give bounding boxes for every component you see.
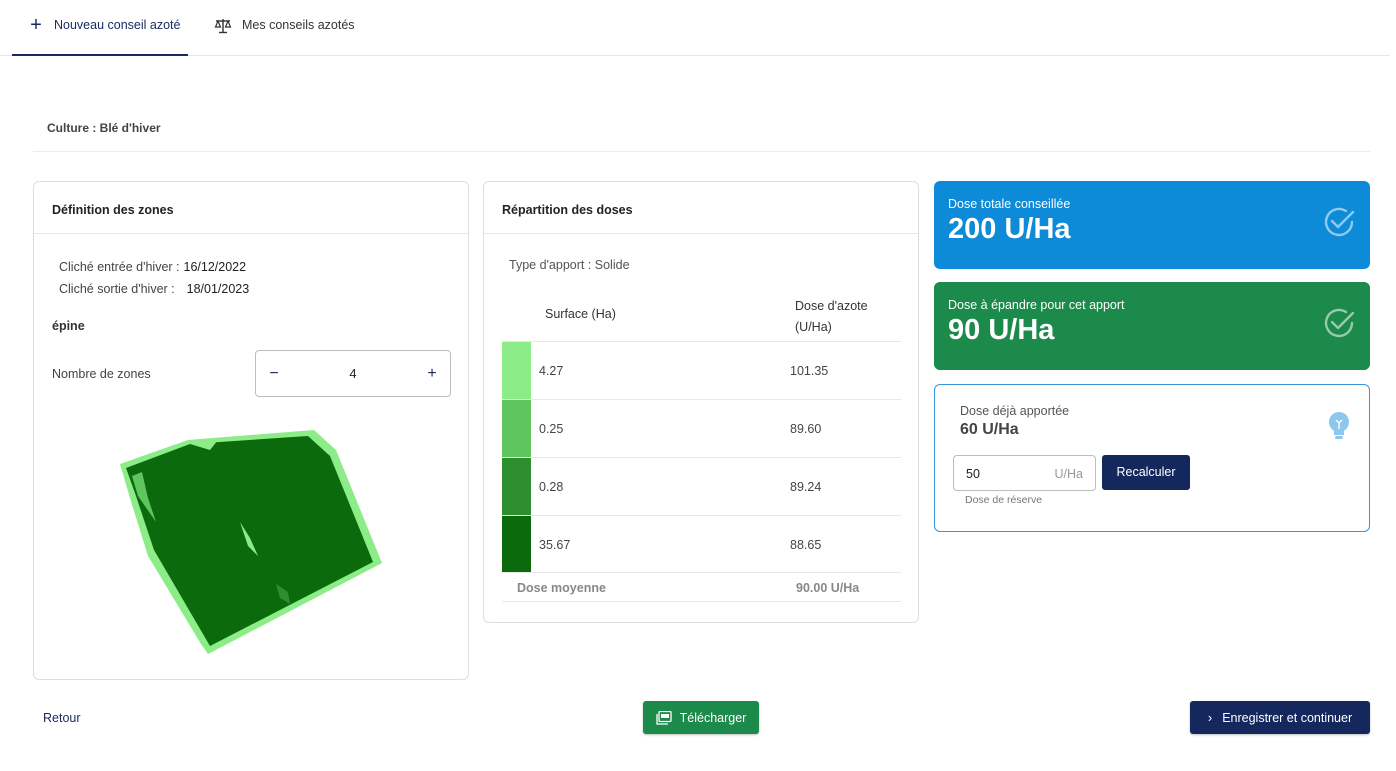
tab-bar: + Nouveau conseil azoté Mes conseils azo… xyxy=(0,0,1390,56)
back-link[interactable]: Retour xyxy=(43,711,81,725)
spread-dose-tile: Dose à épandre pour cet apport 90 U/Ha xyxy=(934,282,1370,370)
column-header-dose-line2: (U/Ha) xyxy=(795,320,832,334)
exit-snapshot-label: Cliché sortie d'hiver : xyxy=(59,282,175,296)
parcel-zone-map xyxy=(120,430,382,654)
pdf-icon xyxy=(655,710,672,725)
tab-new-advice-label: Nouveau conseil azoté xyxy=(54,18,181,32)
reserve-dose-help: Dose de réserve xyxy=(965,494,1043,506)
doses-card-title: Répartition des doses xyxy=(484,182,918,234)
download-button-label: Télécharger xyxy=(679,710,747,725)
zone-color-swatch xyxy=(502,342,531,399)
dose-cell: 88.65 xyxy=(790,538,822,552)
zones-card-title: Définition des zones xyxy=(34,182,468,234)
lightbulb-icon xyxy=(1329,412,1349,439)
column-header-dose-line1: Dose d'azote xyxy=(795,299,868,313)
already-applied-card: Dose déjà apportée 60 U/Ha 50 U/Ha Dose … xyxy=(934,384,1370,532)
zone-color-swatch xyxy=(502,400,531,457)
check-circle-icon xyxy=(1324,308,1355,338)
reserve-dose-unit: U/Ha xyxy=(1054,467,1083,481)
download-button[interactable]: Télécharger xyxy=(643,701,759,734)
recalculate-button[interactable]: Recalculer xyxy=(1102,455,1190,490)
zones-card: Définition des zones Cliché entrée d'hiv… xyxy=(33,181,469,680)
divider xyxy=(33,151,1370,152)
total-dose-tile: Dose totale conseillée 200 U/Ha xyxy=(934,181,1370,269)
spread-dose-label: Dose à épandre pour cet apport xyxy=(948,298,1125,312)
already-applied-value: 60 U/Ha xyxy=(960,421,1019,438)
total-dose-label: Dose totale conseillée xyxy=(948,197,1071,211)
zone-count-label: Nombre de zones xyxy=(52,367,151,381)
surface-cell: 0.25 xyxy=(539,422,564,436)
tab-new-advice[interactable]: + Nouveau conseil azoté xyxy=(12,14,188,56)
entry-snapshot-date: 16/12/2022 xyxy=(183,260,247,274)
already-applied-label: Dose déjà apportée xyxy=(960,404,1070,418)
table-row: 4.27 101.35 xyxy=(502,341,901,399)
dose-cell: 101.35 xyxy=(790,364,829,378)
column-header-dose: Dose d'azote (U/Ha) xyxy=(795,296,868,338)
reserve-dose-value: 50 xyxy=(966,467,980,481)
save-continue-label: Enregistrer et continuer xyxy=(1222,710,1353,725)
exit-snapshot-date: 18/01/2023 xyxy=(186,282,250,296)
entry-snapshot: Cliché entrée d'hiver :16/12/2022 xyxy=(59,260,246,274)
zone-count-stepper[interactable]: − 4 + xyxy=(255,350,451,397)
increment-button[interactable]: + xyxy=(424,365,440,383)
surface-cell: 4.27 xyxy=(539,364,564,378)
dose-cell: 89.60 xyxy=(790,422,822,436)
doses-card: Répartition des doses Type d'apport : So… xyxy=(483,181,919,623)
zone-count-value: 4 xyxy=(349,366,357,381)
dose-cell: 89.24 xyxy=(790,480,822,494)
spread-dose-value: 90 U/Ha xyxy=(948,314,1055,346)
check-circle-icon xyxy=(1324,207,1355,237)
zone-color-swatch xyxy=(502,458,531,515)
culture-label: Culture : Blé d'hiver xyxy=(47,121,161,135)
zone-color-swatch xyxy=(502,516,531,573)
total-dose-value: 200 U/Ha xyxy=(948,213,1071,245)
average-dose-label: Dose moyenne xyxy=(517,581,606,595)
parcel-name: épine xyxy=(52,319,85,333)
exit-snapshot: Cliché sortie d'hiver : 18/01/2023 xyxy=(59,282,249,296)
application-type: Type d'apport : Solide xyxy=(509,258,630,272)
average-dose-row: Dose moyenne 90.00 U/Ha xyxy=(502,572,901,602)
scale-icon xyxy=(214,18,234,34)
chevron-right-icon: › xyxy=(1207,710,1213,725)
surface-cell: 35.67 xyxy=(539,538,571,552)
table-row: 35.67 88.65 xyxy=(502,515,901,573)
surface-cell: 0.28 xyxy=(539,480,564,494)
reserve-dose-input[interactable]: 50 U/Ha xyxy=(953,455,1096,491)
table-row: 0.25 89.60 xyxy=(502,399,901,457)
column-header-surface: Surface (Ha) xyxy=(545,307,616,321)
tab-my-advices[interactable]: Mes conseils azotés xyxy=(214,18,355,56)
save-continue-button[interactable]: › Enregistrer et continuer xyxy=(1190,701,1370,734)
plus-icon: + xyxy=(30,14,42,36)
average-dose-value: 90.00 U/Ha xyxy=(796,581,860,595)
tab-my-advices-label: Mes conseils azotés xyxy=(242,18,355,32)
decrement-button[interactable]: − xyxy=(266,365,282,383)
table-row: 0.28 89.24 xyxy=(502,457,901,515)
entry-snapshot-label: Cliché entrée d'hiver : xyxy=(59,260,180,274)
